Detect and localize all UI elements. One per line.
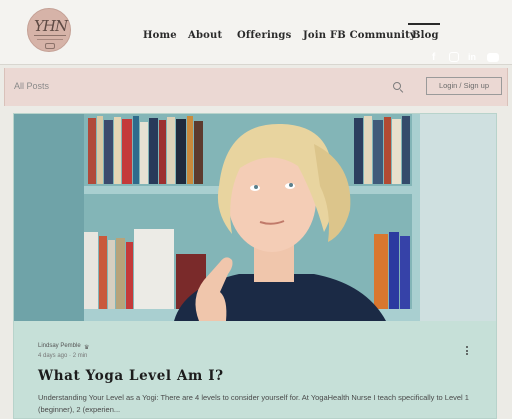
facebook-icon[interactable]: f bbox=[432, 52, 435, 63]
linkedin-icon[interactable]: in bbox=[468, 52, 476, 63]
more-options-icon[interactable] bbox=[465, 346, 469, 358]
post-cover-illustration bbox=[14, 114, 496, 321]
post-title[interactable]: What Yoga Level Am I? bbox=[38, 368, 224, 384]
nav-join-fb-community[interactable]: Join FB Community bbox=[303, 30, 416, 41]
nav-blog[interactable]: Blog bbox=[408, 23, 440, 41]
logo-monogram: YHN bbox=[34, 17, 68, 35]
post-date: 4 days ago bbox=[38, 353, 68, 359]
nav-about[interactable]: About bbox=[188, 30, 222, 41]
author-name[interactable]: Lindsay Pemble bbox=[38, 343, 81, 349]
instagram-icon[interactable] bbox=[449, 52, 459, 62]
nav-offerings[interactable]: Offerings bbox=[237, 30, 291, 41]
post-meta: 4 days ago · 2 min bbox=[38, 353, 88, 359]
all-posts-link[interactable]: All Posts bbox=[14, 81, 49, 91]
search-icon[interactable] bbox=[393, 82, 401, 90]
crown-icon: ♛ bbox=[84, 345, 90, 351]
blog-post-card[interactable]: Lindsay Pemble ♛ 4 days ago · 2 min What… bbox=[13, 113, 497, 419]
youtube-icon[interactable] bbox=[487, 53, 499, 62]
post-excerpt: Understanding Your Level as a Yogi: Ther… bbox=[38, 393, 469, 414]
site-header: YHN Home About Offerings Join FB Communi… bbox=[0, 0, 512, 65]
post-cover-image[interactable] bbox=[14, 114, 496, 321]
login-signup-button[interactable]: Login / Sign up bbox=[426, 77, 502, 95]
blog-filter-bar: All Posts Login / Sign up bbox=[4, 68, 508, 106]
logo[interactable]: YHN bbox=[27, 8, 71, 52]
nav-home[interactable]: Home bbox=[143, 30, 177, 41]
logo-mark-icon bbox=[45, 43, 55, 49]
post-read-time: 2 min bbox=[72, 353, 88, 359]
